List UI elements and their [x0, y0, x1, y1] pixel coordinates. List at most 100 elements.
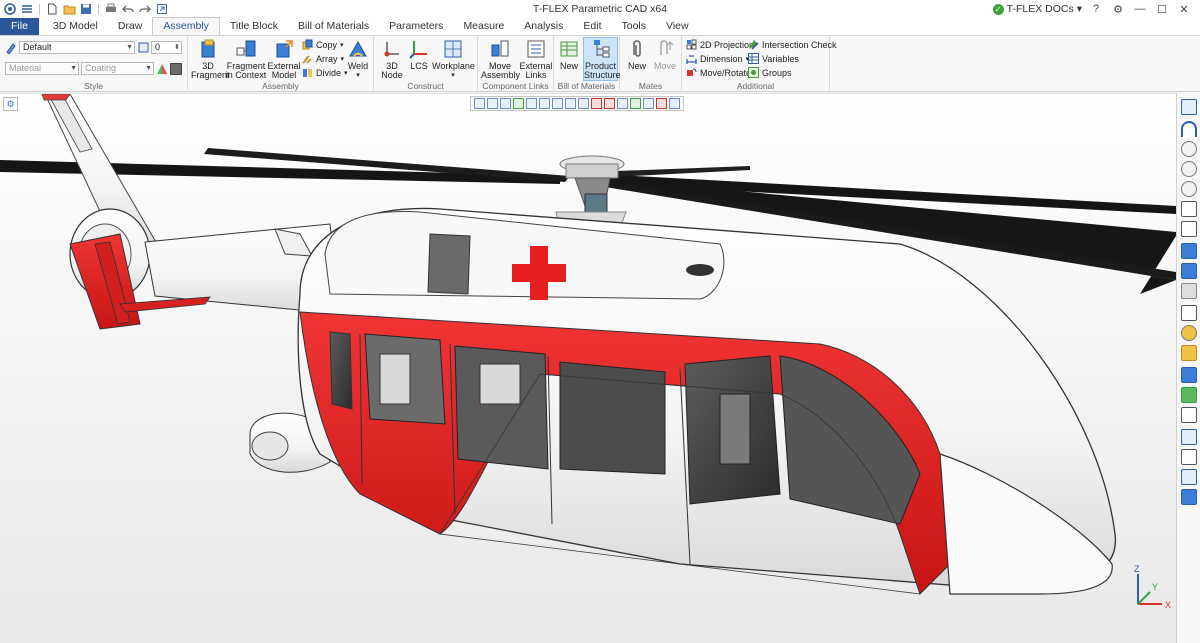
hide-icon[interactable] — [1181, 221, 1197, 237]
select-annotation-icon[interactable] — [643, 98, 654, 109]
bom-new-button[interactable]: New — [557, 38, 581, 71]
mates-move-button[interactable]: Move — [651, 38, 679, 71]
save-icon[interactable] — [79, 2, 93, 16]
undo-icon[interactable] — [121, 2, 135, 16]
zoom-window-icon[interactable] — [1181, 161, 1197, 177]
group-label-component-links: Component Links — [482, 81, 549, 91]
cube-view-icon[interactable] — [1181, 305, 1197, 321]
tab-edit[interactable]: Edit — [573, 18, 611, 35]
tab-3d-model[interactable]: 3D Model — [43, 18, 108, 35]
tab-measure[interactable]: Measure — [453, 18, 514, 35]
fragment-in-context-button[interactable]: Fragment in Context — [225, 38, 267, 80]
tab-title-block[interactable]: Title Block — [220, 18, 288, 35]
tab-tools[interactable]: Tools — [612, 18, 657, 35]
select-operations-icon[interactable] — [552, 98, 563, 109]
light-icon[interactable] — [1181, 387, 1197, 403]
3d-viewport[interactable]: Z X Y ⚙ — [0, 93, 1176, 643]
line-value-stepper[interactable]: 0 ⬍ — [151, 41, 182, 54]
groups-button[interactable]: Groups — [748, 66, 792, 79]
mates-new-button[interactable]: New — [624, 38, 650, 71]
weld-label: Weld — [347, 61, 369, 71]
redo-icon[interactable] — [138, 2, 152, 16]
color-palette-icon[interactable] — [156, 62, 168, 75]
print-icon[interactable] — [104, 2, 118, 16]
workplane-button[interactable]: Workplane ▾ — [432, 38, 475, 80]
helicopter-model[interactable]: Z X Y — [0, 94, 1176, 643]
export-icon[interactable] — [155, 2, 169, 16]
array-button[interactable]: Array ▾ — [302, 52, 344, 65]
select-mate-icon[interactable] — [669, 98, 680, 109]
node-3d-button[interactable]: 3D Node — [378, 38, 406, 80]
close-button[interactable]: ✕ — [1176, 3, 1192, 16]
tab-draw[interactable]: Draw — [108, 18, 153, 35]
select-node-icon[interactable] — [591, 98, 602, 109]
color-swatch[interactable] — [170, 62, 182, 75]
tab-parameters[interactable]: Parameters — [379, 18, 453, 35]
coating-select[interactable]: Coating ▼ — [81, 62, 154, 75]
measure-icon[interactable] — [1181, 367, 1197, 383]
section-icon[interactable] — [1181, 283, 1197, 299]
material-select[interactable]: Material ▼ — [5, 62, 79, 75]
mates-move-icon — [654, 38, 676, 60]
minimize-button[interactable]: — — [1132, 3, 1148, 15]
select-dimension-icon[interactable] — [630, 98, 641, 109]
select-sketch-icon[interactable] — [565, 98, 576, 109]
tab-view[interactable]: View — [656, 18, 699, 35]
select-edges-icon[interactable] — [513, 98, 524, 109]
app-menu-icon[interactable] — [3, 2, 17, 16]
save-view-icon[interactable] — [1181, 489, 1197, 505]
docs-button[interactable]: ✓ T-FLEX DOCs ▾ — [992, 3, 1082, 15]
view-options-icon[interactable]: ⚙ — [3, 97, 18, 111]
fragment-3d-button[interactable]: 3D Fragment — [191, 38, 230, 80]
material-icon[interactable] — [1181, 345, 1197, 361]
lcs-button[interactable]: LCS — [407, 38, 431, 71]
variables-button[interactable]: Variables — [748, 52, 799, 65]
move-rotate-button[interactable]: Move/Rotate — [686, 66, 751, 79]
external-model-button[interactable]: External Model — [267, 38, 301, 80]
filter-icon[interactable] — [474, 98, 485, 109]
move-assembly-button[interactable]: Move Assembly — [481, 38, 520, 80]
layer-select[interactable]: Default ▼ — [19, 41, 135, 54]
magnet-icon[interactable] — [1181, 121, 1197, 137]
product-structure-button[interactable]: Product Structure — [583, 37, 621, 81]
select-fragment-icon[interactable] — [656, 98, 667, 109]
divide-button[interactable]: Divide ▾ — [302, 66, 348, 79]
tab-bill-of-materials[interactable]: Bill of Materials — [288, 18, 379, 35]
render-icon[interactable] — [1181, 325, 1197, 341]
restore-button[interactable]: ☐ — [1154, 3, 1170, 16]
dimension-button[interactable]: Dimension ▾ — [686, 52, 749, 65]
select-bodies-icon[interactable] — [539, 98, 550, 109]
copy-button[interactable]: Copy ▾ — [302, 38, 344, 51]
filter-settings-icon[interactable] — [487, 98, 498, 109]
projection-2d-button[interactable]: 2D Projection — [686, 38, 754, 51]
menu-lines-icon[interactable] — [20, 2, 34, 16]
glasses-icon[interactable] — [1181, 201, 1197, 217]
navigate-icon[interactable] — [1181, 469, 1197, 485]
settings-gear-icon[interactable]: ⚙ — [1110, 3, 1126, 16]
check-model-icon[interactable] — [1181, 243, 1197, 259]
weld-icon — [347, 38, 369, 60]
select-curve-icon[interactable] — [578, 98, 589, 109]
tab-analysis[interactable]: Analysis — [514, 18, 573, 35]
check-all-icon[interactable] — [1181, 263, 1197, 279]
select-lcs-icon[interactable] — [604, 98, 615, 109]
select-vertices-icon[interactable] — [526, 98, 537, 109]
select-faces-icon[interactable] — [500, 98, 511, 109]
coating-placeholder: Coating — [85, 63, 117, 73]
camera-icon[interactable] — [1181, 407, 1197, 423]
external-links-button[interactable]: External Links — [519, 38, 553, 80]
home-view-icon[interactable] — [1181, 449, 1197, 465]
zoom-all-icon[interactable] — [1181, 181, 1197, 197]
axis-triad: Z X Y — [1134, 564, 1171, 610]
new-document-icon[interactable] — [45, 2, 59, 16]
select-workplane-icon[interactable] — [617, 98, 628, 109]
intersection-check-button[interactable]: Intersection Check — [748, 38, 837, 51]
tab-file[interactable]: File — [0, 18, 39, 35]
tree-view-icon[interactable] — [1181, 99, 1197, 115]
open-icon[interactable] — [62, 2, 76, 16]
tab-assembly[interactable]: Assembly — [152, 17, 220, 35]
screenshot-icon[interactable] — [1181, 429, 1197, 445]
zoom-icon[interactable] — [1181, 141, 1197, 157]
weld-button[interactable]: Weld ▾ — [344, 38, 372, 80]
help-icon[interactable]: ? — [1088, 3, 1104, 15]
